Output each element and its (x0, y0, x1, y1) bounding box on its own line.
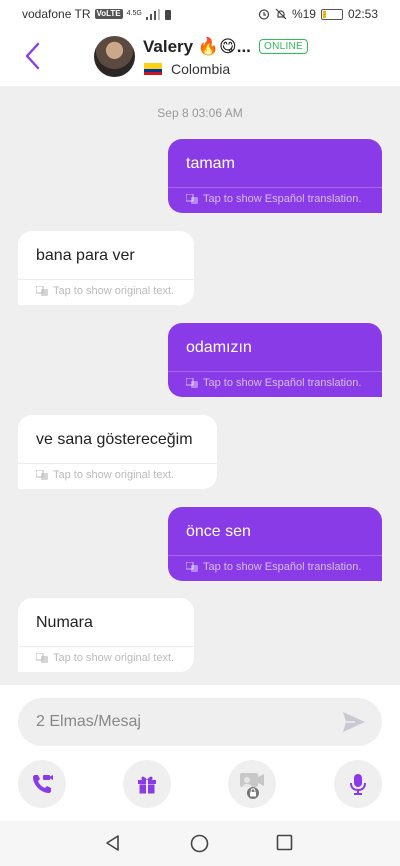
original-text-label: Tap to show original text. (53, 469, 175, 481)
gift-icon (138, 776, 156, 794)
avatar[interactable] (94, 36, 135, 77)
original-text-label: Tap to show original text. (53, 652, 175, 664)
private-video-button[interactable] (228, 760, 276, 808)
bubble-divider (18, 646, 194, 647)
translate-icon (36, 286, 48, 296)
translation-text: Tap to show Español translation. (203, 561, 362, 573)
microphone-icon (350, 774, 366, 795)
message-text: odamızın (186, 339, 252, 356)
message-placeholder: 2 Elmas/Mesaj (36, 713, 141, 730)
status-bar: vodafone TR VoLTE 4.5G %19 02:53 (0, 0, 400, 28)
received-message[interactable]: Numara Tap to show original text. (18, 598, 194, 672)
message-text: bana para ver (36, 247, 135, 264)
action-bar (0, 760, 400, 810)
sent-message[interactable]: önce sen Tap to show Español translation… (168, 507, 382, 581)
original-text-link[interactable]: Tap to show original text. (36, 652, 174, 664)
message-input[interactable]: 2 Elmas/Mesaj (18, 698, 382, 746)
bubble-divider (168, 555, 382, 556)
sent-message[interactable]: odamızın Tap to show Español translation… (168, 323, 382, 397)
contact-name[interactable]: Valery 🔥😋... (143, 37, 251, 57)
sent-message[interactable]: tamam Tap to show Español translation. (168, 139, 382, 213)
bubble-divider (18, 463, 217, 464)
translate-icon (186, 562, 198, 572)
online-badge: ONLINE (259, 39, 309, 54)
bubble-divider (168, 187, 382, 188)
volte-badge: VoLTE (94, 9, 123, 19)
translation-text: Tap to show Español translation. (203, 193, 362, 205)
original-text-link[interactable]: Tap to show original text. (36, 285, 174, 297)
chat-header: Valery 🔥😋... ONLINE Colombia (0, 28, 400, 86)
bubble-divider (168, 371, 382, 372)
colombia-flag-icon (144, 63, 162, 75)
original-text-link[interactable]: Tap to show original text. (36, 469, 174, 481)
message-text: tamam (186, 155, 235, 172)
translate-icon (36, 470, 48, 480)
chat-area[interactable]: Sep 8 03:06 AM tamam Tap to show Español… (0, 86, 400, 685)
translation-text: Tap to show Español translation. (203, 377, 362, 389)
country-label: Colombia (171, 61, 231, 77)
translation-link[interactable]: Tap to show Español translation. (186, 193, 361, 205)
alarm-icon (258, 9, 270, 20)
video-call-button[interactable] (18, 760, 66, 808)
translate-icon (186, 378, 198, 388)
original-text-label: Tap to show original text. (53, 285, 175, 297)
received-message[interactable]: ve sana göstereceğim Tap to show origina… (18, 415, 217, 489)
translate-icon (36, 653, 48, 663)
battery-icon (320, 8, 343, 20)
translation-link[interactable]: Tap to show Español translation. (186, 377, 361, 389)
mute-bell-icon (275, 8, 287, 20)
chevron-left-icon[interactable] (22, 40, 44, 72)
bubble-divider (18, 279, 194, 280)
network-type: 4.5G (126, 10, 142, 17)
composer: 2 Elmas/Mesaj (0, 685, 400, 821)
recents-square-icon[interactable] (276, 834, 293, 851)
message-text: ve sana göstereceğim (36, 431, 193, 448)
clock: 02:53 (347, 7, 378, 21)
video-call-icon (33, 775, 53, 793)
home-circle-icon[interactable] (190, 834, 209, 853)
system-nav-bar (0, 821, 400, 866)
voice-message-button[interactable] (334, 760, 382, 808)
notification-icon (164, 9, 171, 20)
date-separator: Sep 8 03:06 AM (157, 106, 243, 120)
battery-percent: %19 (291, 7, 316, 21)
translate-icon (186, 194, 198, 204)
message-text: Numara (36, 614, 93, 631)
received-message[interactable]: bana para ver Tap to show original text. (18, 231, 194, 305)
locked-video-icon (240, 773, 264, 799)
send-icon[interactable] (342, 711, 366, 733)
gift-button[interactable] (123, 760, 171, 808)
back-triangle-icon[interactable] (104, 834, 122, 852)
translation-link[interactable]: Tap to show Español translation. (186, 561, 361, 573)
message-text: önce sen (186, 523, 251, 540)
carrier-label: vodafone TR (22, 7, 91, 21)
signal-icon (145, 8, 160, 20)
